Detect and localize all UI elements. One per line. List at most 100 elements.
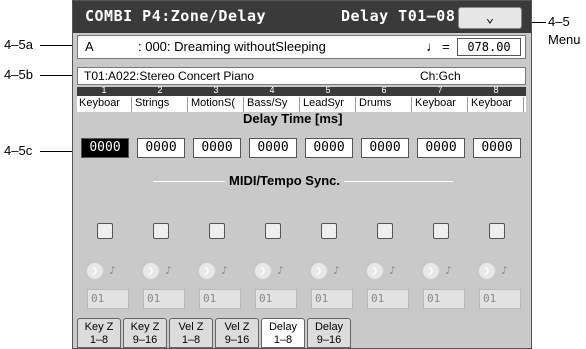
track-name: Drums: [359, 97, 412, 112]
tab-label: Delay: [268, 321, 298, 333]
note-icon: ♪: [501, 264, 508, 277]
callout-line-4-5b: [40, 75, 73, 76]
callout-4-5b: 4–5b: [4, 67, 33, 82]
track-number: 4: [269, 85, 275, 95]
callout-line-4-5a: [40, 45, 73, 46]
delay-time-field[interactable]: 0000: [81, 138, 129, 158]
delay-time-field[interactable]: 0000: [305, 138, 353, 158]
tab-label: 1–8: [273, 334, 293, 346]
track-number: 3: [213, 85, 219, 95]
track-number-bar: 1 2 3 4 5 6 7 8: [77, 85, 526, 96]
midi-tempo-sync-label: MIDI/Tempo Sync.: [225, 173, 344, 188]
track-name: Keyboar: [471, 97, 524, 112]
delay-time-field[interactable]: 0000: [473, 138, 521, 158]
track-number: 2: [157, 85, 163, 95]
delay-time-field[interactable]: 0000: [137, 138, 185, 158]
track-name: Bass/Sy: [247, 97, 300, 112]
tab-key-z-9-16[interactable]: Key Z 9–16: [123, 318, 167, 348]
right-arrow-icon: ❯: [423, 263, 439, 279]
track-name: MotionS(: [191, 97, 244, 112]
tempo-sync-checkbox[interactable]: [265, 223, 281, 239]
sync-base-field[interactable]: 01: [199, 289, 241, 309]
right-arrow-icon: ❯: [255, 263, 271, 279]
track-number: 7: [437, 85, 443, 95]
channel-label: Ch:Gch: [420, 69, 461, 83]
right-arrow-icon: ❯: [199, 263, 215, 279]
lcd-screen: COMBI P4:Zone/Delay Delay T01–08 ⌄ A : 0…: [72, 0, 532, 349]
delay-time-field[interactable]: 0000: [361, 138, 409, 158]
combi-bank: A: [85, 39, 94, 54]
tab-label: 9–16: [132, 334, 158, 346]
track-names-row: Keyboar Strings MotionS( Bass/Sy LeadSyr…: [77, 96, 526, 112]
tempo-sync-checkbox[interactable]: [489, 223, 505, 239]
tempo-sync-checkbox[interactable]: [97, 223, 113, 239]
note-icon: ♪: [389, 264, 396, 277]
callout-4-5: 4–5: [548, 14, 570, 29]
tab-label: 9–16: [316, 334, 342, 346]
tempo-note-icon: ♩: [426, 38, 440, 54]
track-number: 8: [493, 85, 499, 95]
note-icon: ♪: [333, 264, 340, 277]
tempo-sync-checkbox[interactable]: [433, 223, 449, 239]
track-name: Strings: [135, 97, 188, 112]
tab-delay-1-8[interactable]: Delay 1–8: [261, 318, 305, 348]
tab-label: Key Z: [130, 321, 160, 333]
page-menu-button[interactable]: ⌄: [458, 7, 522, 29]
tab-label: Vel Z: [224, 321, 250, 333]
tempo-sync-checkbox[interactable]: [209, 223, 225, 239]
combi-select[interactable]: A : 000: Dreaming withoutSleeping ♩ = 07…: [77, 35, 526, 59]
right-arrow-icon: ❯: [311, 263, 327, 279]
tab-label: 9–16: [224, 334, 250, 346]
tab-label: Key Z: [84, 321, 114, 333]
tempo-field[interactable]: 078.00: [457, 38, 521, 56]
callout-menu: Menu: [548, 32, 581, 47]
title-bar: COMBI P4:Zone/Delay Delay T01–08 ⌄: [73, 1, 531, 33]
track-number: 6: [381, 85, 387, 95]
right-arrow-icon: ❯: [143, 263, 159, 279]
sync-base-field[interactable]: 01: [423, 289, 465, 309]
note-icon: ♪: [277, 264, 284, 277]
right-arrow-icon: ❯: [479, 263, 495, 279]
tab-label: Vel Z: [178, 321, 204, 333]
callout-line-4-5c: [40, 151, 76, 152]
chevron-down-icon: ⌄: [485, 10, 495, 26]
tab-delay-9-16[interactable]: Delay 9–16: [307, 318, 351, 348]
combi-name: : 000: Dreaming withoutSleeping: [138, 39, 326, 54]
delay-time-field[interactable]: 0000: [417, 138, 465, 158]
program-info: T01:A022:Stereo Concert Piano Ch:Gch: [77, 67, 526, 85]
tab-label: 1–8: [181, 334, 201, 346]
tempo-equals: =: [442, 39, 450, 54]
sync-base-field[interactable]: 01: [311, 289, 353, 309]
right-arrow-icon: ❯: [87, 263, 103, 279]
tempo-sync-checkbox[interactable]: [321, 223, 337, 239]
track-name: Keyboar: [415, 97, 468, 112]
track-number: 1: [101, 85, 107, 95]
track-name: LeadSyr: [303, 97, 356, 112]
note-icon: ♪: [221, 264, 228, 277]
delay-time-label: Delay Time [ms]: [243, 111, 343, 126]
sync-base-field[interactable]: 01: [143, 289, 185, 309]
note-icon: ♪: [445, 264, 452, 277]
track-number: 5: [325, 85, 331, 95]
sync-base-field[interactable]: 01: [479, 289, 521, 309]
tempo-sync-checkbox[interactable]: [153, 223, 169, 239]
delay-time-field[interactable]: 0000: [193, 138, 241, 158]
delay-time-field[interactable]: 0000: [249, 138, 297, 158]
sync-base-field[interactable]: 01: [367, 289, 409, 309]
tab-vel-z-1-8[interactable]: Vel Z 1–8: [169, 318, 213, 348]
page-subtitle: Delay T01–08: [341, 7, 456, 25]
tab-vel-z-9-16[interactable]: Vel Z 9–16: [215, 318, 259, 348]
sync-base-field[interactable]: 01: [87, 289, 129, 309]
callout-4-5c: 4–5c: [4, 143, 33, 158]
track-name: Keyboar: [79, 97, 132, 112]
right-arrow-icon: ❯: [367, 263, 383, 279]
program-name: T01:A022:Stereo Concert Piano: [84, 69, 255, 83]
page-title: COMBI P4:Zone/Delay: [85, 7, 267, 25]
tempo-sync-checkbox[interactable]: [377, 223, 393, 239]
note-icon: ♪: [165, 264, 172, 277]
note-icon: ♪: [109, 264, 116, 277]
tab-label: 1–8: [89, 334, 109, 346]
sync-base-field[interactable]: 01: [255, 289, 297, 309]
callout-4-5a: 4–5a: [4, 37, 33, 52]
tab-key-z-1-8[interactable]: Key Z 1–8: [77, 318, 121, 348]
